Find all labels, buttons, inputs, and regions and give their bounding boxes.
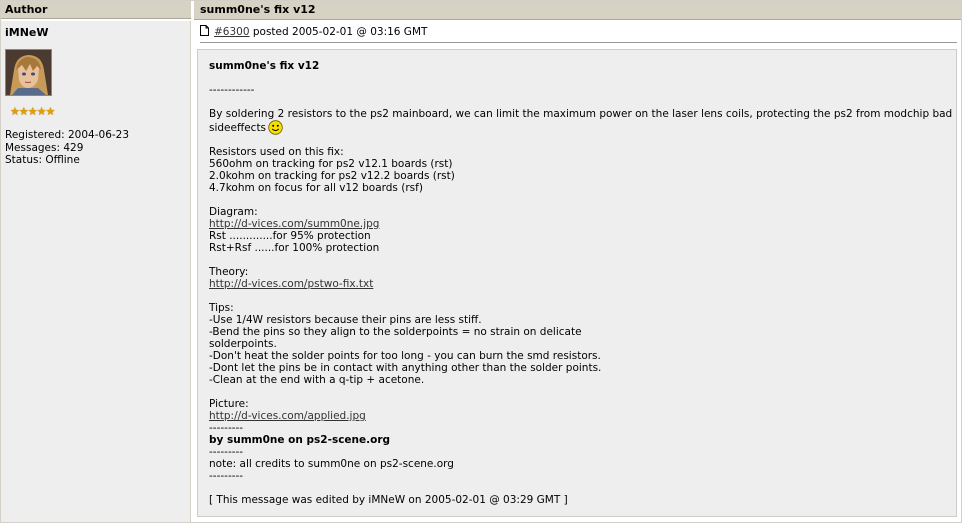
post-meta: #6300 posted 2005-02-01 @ 03:16 GMT bbox=[200, 25, 427, 39]
resistors-heading: Resistors used on this fix: bbox=[209, 146, 344, 158]
author-panel: iMNeW ★★★★★ Registered: 2004-06-23 Messa… bbox=[1, 21, 191, 522]
diagram-line: Rst+Rsf ......for 100% protection bbox=[209, 242, 380, 254]
diagram-line: Rst .............for 95% protection bbox=[209, 230, 371, 242]
separator-line: --------- bbox=[209, 422, 244, 434]
topic-title: summ0ne's fix v12 bbox=[194, 1, 961, 20]
rank-stars: ★★★★★ bbox=[10, 105, 55, 118]
message-body: summ0ne's fix v12 ------------ By solder… bbox=[197, 49, 957, 517]
online-status: Status: Offline bbox=[5, 154, 80, 166]
intro-text: By soldering 2 resistors to the ps2 main… bbox=[209, 108, 953, 120]
message-count: Messages: 429 bbox=[5, 141, 84, 154]
resistor-line: 4.7kohm on focus for all v12 boards (rsf… bbox=[209, 182, 423, 194]
smiley-icon bbox=[268, 120, 283, 138]
tips-heading: Tips: bbox=[209, 302, 234, 314]
diagram-heading: Diagram: bbox=[209, 206, 258, 218]
forum-post: Author summ0ne's fix v12 iMNeW ★★★★★ Reg… bbox=[0, 0, 962, 523]
separator-line: --------- bbox=[209, 446, 244, 458]
avatar-image bbox=[6, 50, 51, 95]
credits-note: note: all credits to summ0ne on ps2-scen… bbox=[209, 458, 454, 470]
edit-notice: [ This message was edited by iMNeW on 20… bbox=[209, 494, 568, 506]
author-credit: by summ0ne on ps2-scene.org bbox=[209, 434, 391, 446]
tip-line: -Dont let the pins be in contact with an… bbox=[209, 362, 602, 374]
posted-date: posted 2005-02-01 @ 03:16 GMT bbox=[249, 26, 428, 38]
document-icon bbox=[200, 25, 209, 40]
username[interactable]: iMNeW bbox=[5, 26, 49, 39]
registered-date: Registered: 2004-06-23 bbox=[5, 129, 130, 141]
theory-heading: Theory: bbox=[209, 266, 249, 278]
picture-link[interactable]: http://d-vices.com/applied.jpg bbox=[209, 410, 366, 422]
avatar[interactable] bbox=[5, 49, 52, 96]
diagram-link[interactable]: http://d-vices.com/summ0ne.jpg bbox=[209, 218, 379, 230]
resistor-line: 2.0kohm on tracking for ps2 v12.2 boards… bbox=[209, 170, 455, 182]
tip-line: -Clean at the end with a q-tip + acetone… bbox=[209, 374, 425, 386]
divider bbox=[200, 42, 957, 43]
tip-line: -Bend the pins so they align to the sold… bbox=[209, 326, 582, 338]
author-column-header: Author bbox=[1, 1, 191, 19]
message-title: summ0ne's fix v12 bbox=[209, 60, 320, 72]
tip-line: -Use 1/4W resistors because their pins a… bbox=[209, 314, 482, 326]
picture-heading: Picture: bbox=[209, 398, 249, 410]
tip-line: solderpoints. bbox=[209, 338, 277, 350]
theory-link[interactable]: http://d-vices.com/pstwo-fix.txt bbox=[209, 278, 373, 290]
separator-line: ------------ bbox=[209, 84, 255, 96]
separator-line: --------- bbox=[209, 470, 244, 482]
intro-text-cont: sideeffects bbox=[209, 122, 267, 134]
post-panel: #6300 posted 2005-02-01 @ 03:16 GMT summ… bbox=[194, 21, 961, 522]
resistor-line: 560ohm on tracking for ps2 v12.1 boards … bbox=[209, 158, 453, 170]
post-id-link[interactable]: #6300 bbox=[214, 26, 250, 38]
tip-line: -Don't heat the solder points for too lo… bbox=[209, 350, 601, 362]
user-info: Registered: 2004-06-23 Messages: 429 Sta… bbox=[5, 129, 129, 167]
